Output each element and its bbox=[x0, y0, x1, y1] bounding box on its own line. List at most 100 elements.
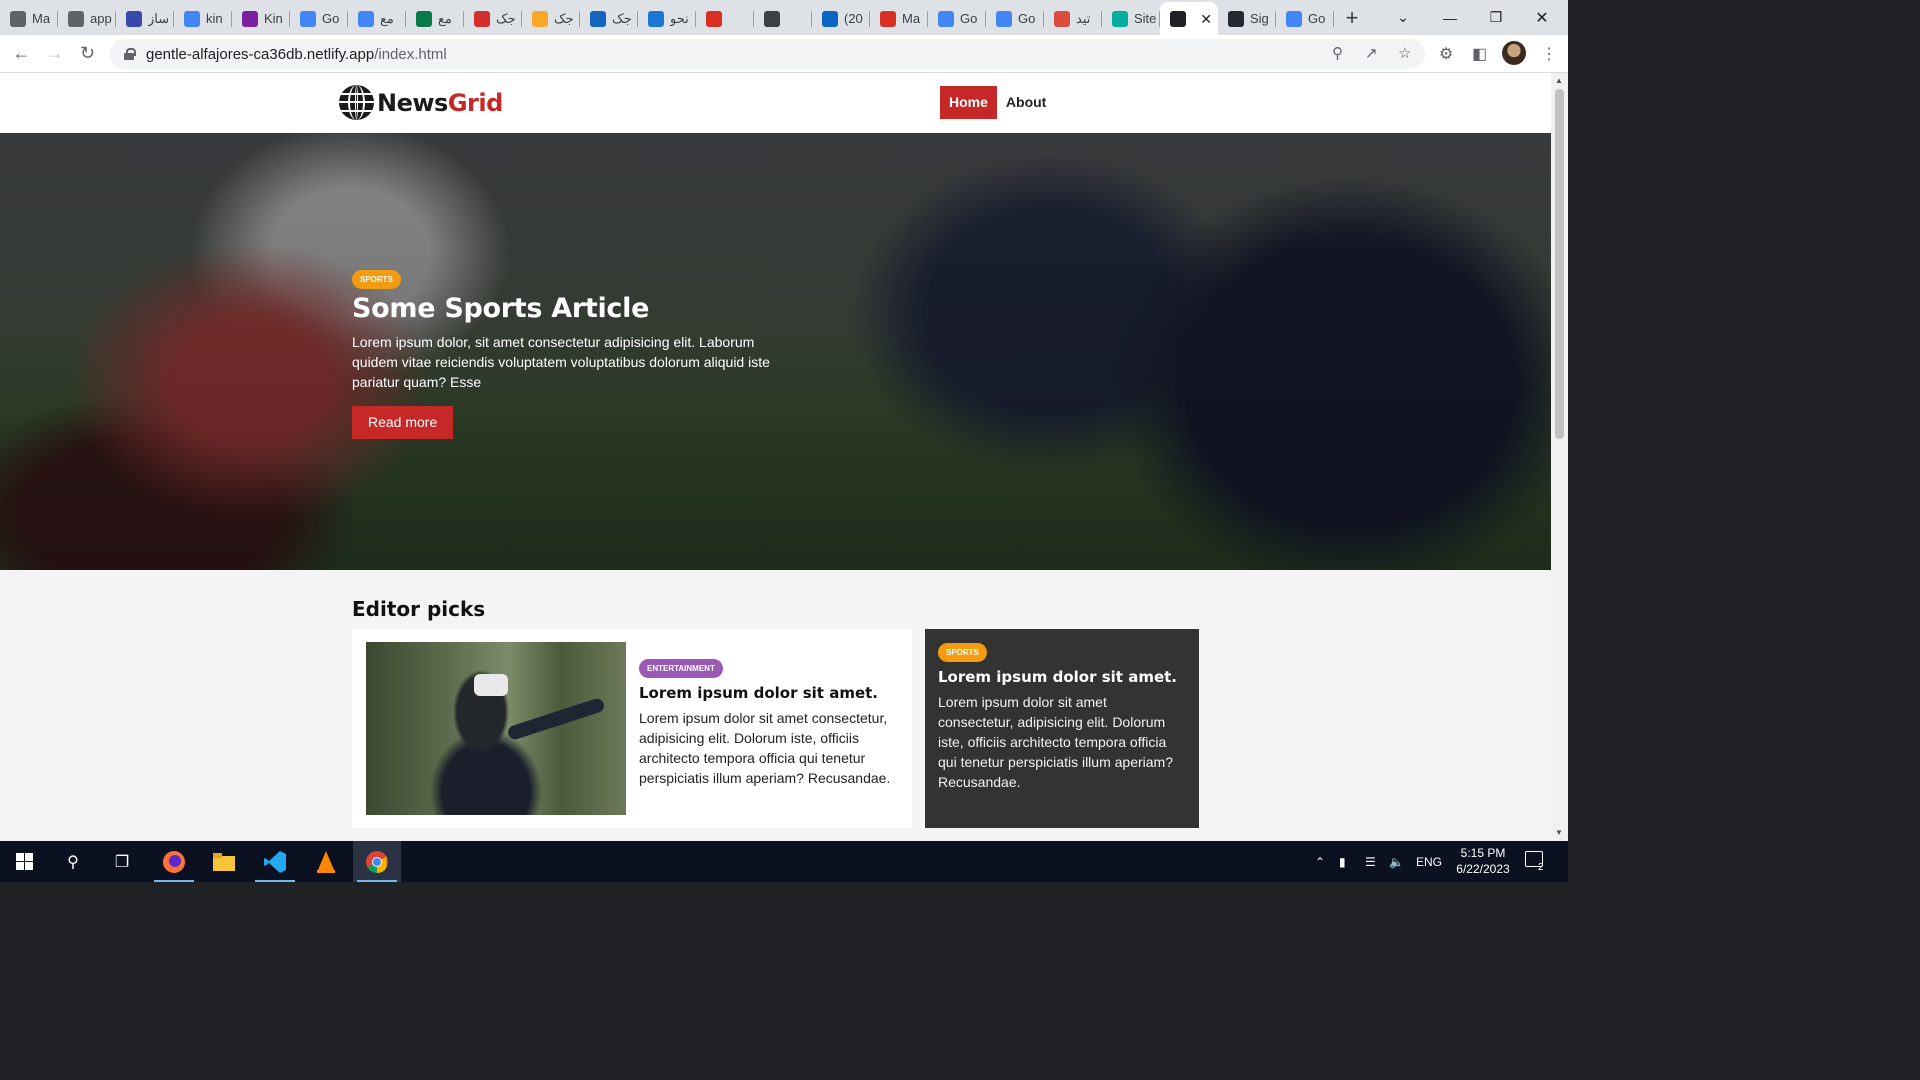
scroll-up-arrow-icon[interactable]: ▲ bbox=[1555, 76, 1563, 85]
reload-button[interactable]: ↻ bbox=[71, 37, 104, 70]
todo-icon bbox=[1054, 10, 1070, 27]
browser-tab[interactable]: kin bbox=[174, 2, 232, 35]
task-view-icon[interactable]: ❐ bbox=[98, 841, 146, 882]
taskbar-clock[interactable]: 5:15 PM 6/22/2023 bbox=[1448, 845, 1518, 877]
browser-tab-strip: Ma app ساز kin Kin Go مع مع جک جک جک نحو (20 Ma Go Go تی… bbox=[0, 0, 1568, 35]
browser-tab[interactable]: مع bbox=[406, 2, 464, 35]
scroll-down-arrow-icon[interactable]: ▼ bbox=[1555, 828, 1563, 837]
address-bar[interactable]: gentle-alfajores-ca36db.netlify.app/inde… bbox=[110, 39, 1425, 69]
side-panel-icon[interactable]: ◧ bbox=[1472, 44, 1487, 64]
browser-tab[interactable] bbox=[696, 2, 754, 35]
volume-icon[interactable]: 🔈 bbox=[1389, 841, 1404, 882]
new-tab-button[interactable]: + bbox=[1334, 0, 1370, 35]
tab-title: app bbox=[90, 11, 112, 26]
main-card-title[interactable]: Lorem ipsum dolor sit amet. bbox=[639, 684, 899, 702]
browser-tab[interactable]: تید bbox=[1044, 2, 1102, 35]
search-icon[interactable]: ⚲ bbox=[49, 841, 97, 882]
read-more-button[interactable]: Read more bbox=[352, 406, 454, 439]
browser-tab[interactable]: Go bbox=[290, 2, 348, 35]
editor-pick-side-card[interactable]: SPORTS Lorem ipsum dolor sit amet. Lorem… bbox=[925, 629, 1199, 828]
vr-headset-photo[interactable] bbox=[366, 642, 626, 815]
browser-tab[interactable]: Kin bbox=[232, 2, 290, 35]
extensions-icon[interactable]: ⚙ bbox=[1439, 44, 1453, 64]
globe-icon bbox=[1170, 10, 1186, 27]
main-card-body: ENTERTAINMENT Lorem ipsum dolor sit amet… bbox=[639, 658, 899, 788]
browser-tab[interactable]: ✕ bbox=[1160, 2, 1218, 35]
tab-title: جک bbox=[612, 10, 632, 26]
language-indicator[interactable]: ENG bbox=[1416, 841, 1442, 882]
linkedin-icon bbox=[822, 10, 838, 27]
browser-tab[interactable]: app bbox=[58, 2, 116, 35]
github-icon bbox=[1228, 10, 1244, 27]
forward-button[interactable]: → bbox=[38, 37, 71, 70]
tab-title: Ma bbox=[902, 11, 921, 26]
vlc-icon[interactable] bbox=[302, 841, 350, 882]
zoom-icon[interactable]: ⚲ bbox=[1332, 44, 1343, 62]
back-button[interactable]: ← bbox=[5, 37, 38, 70]
tab-title: Go bbox=[960, 11, 978, 26]
nav-home-link[interactable]: Home bbox=[940, 86, 997, 119]
tab-title: Go bbox=[1018, 11, 1036, 26]
page-scrollbar[interactable]: ▲ ▼ bbox=[1551, 73, 1568, 841]
chrome-icon[interactable] bbox=[353, 841, 401, 882]
menu-kebab-icon[interactable]: ⋮ bbox=[1541, 44, 1557, 64]
browser-tab[interactable]: (20 bbox=[812, 2, 870, 35]
profile-avatar[interactable] bbox=[1502, 41, 1526, 65]
entertainment-badge[interactable]: ENTERTAINMENT bbox=[639, 659, 723, 678]
scroll-thumb[interactable] bbox=[1555, 89, 1564, 439]
share-icon[interactable]: ↗ bbox=[1365, 44, 1378, 62]
browser-tab[interactable]: مع bbox=[348, 2, 406, 35]
tab-title: Go bbox=[322, 11, 340, 26]
google-translate-icon bbox=[996, 10, 1012, 27]
browser-tab[interactable]: Go bbox=[1276, 2, 1334, 35]
wifi-icon[interactable]: ☰ bbox=[1365, 841, 1376, 882]
battery-icon[interactable]: ▮ bbox=[1339, 841, 1346, 882]
browser-tab[interactable]: Go bbox=[986, 2, 1044, 35]
side-card-title[interactable]: Lorem ipsum dolor sit amet. bbox=[938, 668, 1186, 686]
tab-title: Site bbox=[1134, 11, 1157, 26]
browser-tab[interactable]: Ma bbox=[0, 2, 58, 35]
browser-tab[interactable]: Go bbox=[928, 2, 986, 35]
show-hidden-icons-icon[interactable]: ⌃ bbox=[1315, 841, 1325, 882]
site-logo[interactable]: NewsGrid bbox=[339, 85, 503, 120]
headset-shape bbox=[474, 674, 508, 696]
hero-banner: SPORTS Some Sports Article Lorem ipsum d… bbox=[0, 133, 1551, 570]
firefox-icon[interactable] bbox=[150, 841, 198, 882]
file-explorer-icon[interactable] bbox=[200, 841, 248, 882]
start-icon[interactable] bbox=[0, 841, 48, 882]
browser-tab[interactable]: جک bbox=[464, 2, 522, 35]
tab-title: Go bbox=[1308, 11, 1326, 26]
globe-icon bbox=[68, 10, 84, 27]
browser-tab[interactable]: ساز bbox=[116, 2, 174, 35]
browser-tab[interactable]: Sig bbox=[1218, 2, 1276, 35]
hero-category-badge[interactable]: SPORTS bbox=[352, 270, 401, 289]
vscode-icon[interactable] bbox=[251, 841, 299, 882]
notification-count: 2 bbox=[1538, 862, 1544, 873]
close-tab-icon[interactable]: ✕ bbox=[1200, 11, 1212, 28]
tab-title: تید bbox=[1076, 10, 1091, 26]
site-header: NewsGrid Home About bbox=[0, 73, 1551, 133]
tab-title: جک bbox=[554, 10, 574, 26]
close-window-button[interactable]: ✕ bbox=[1519, 0, 1565, 35]
browser-tab[interactable]: جک bbox=[580, 2, 638, 35]
sports-badge[interactable]: SPORTS bbox=[938, 643, 987, 662]
tab-title: (20 bbox=[844, 11, 863, 26]
google-icon bbox=[184, 10, 200, 27]
hero-title: Some Sports Article bbox=[352, 293, 650, 324]
logo-text: NewsGrid bbox=[377, 88, 503, 117]
main-nav: Home About bbox=[940, 86, 1055, 119]
google-icon bbox=[358, 10, 374, 27]
tab-search-icon[interactable]: ⌄ bbox=[1380, 0, 1426, 35]
browser-tab[interactable] bbox=[754, 2, 812, 35]
browser-tab[interactable]: Site bbox=[1102, 2, 1160, 35]
browser-tab[interactable]: Ma bbox=[870, 2, 928, 35]
restore-button[interactable]: ❐ bbox=[1473, 0, 1519, 35]
nav-about-link[interactable]: About bbox=[997, 86, 1055, 119]
minimize-button[interactable]: — bbox=[1427, 0, 1473, 35]
green-book-icon bbox=[416, 10, 432, 27]
bookmark-star-icon[interactable]: ☆ bbox=[1398, 44, 1411, 62]
editor-pick-main-card[interactable]: ENTERTAINMENT Lorem ipsum dolor sit amet… bbox=[352, 629, 912, 828]
translate-icon bbox=[648, 10, 664, 27]
browser-tab[interactable]: جک bbox=[522, 2, 580, 35]
browser-tab[interactable]: نحو bbox=[638, 2, 696, 35]
